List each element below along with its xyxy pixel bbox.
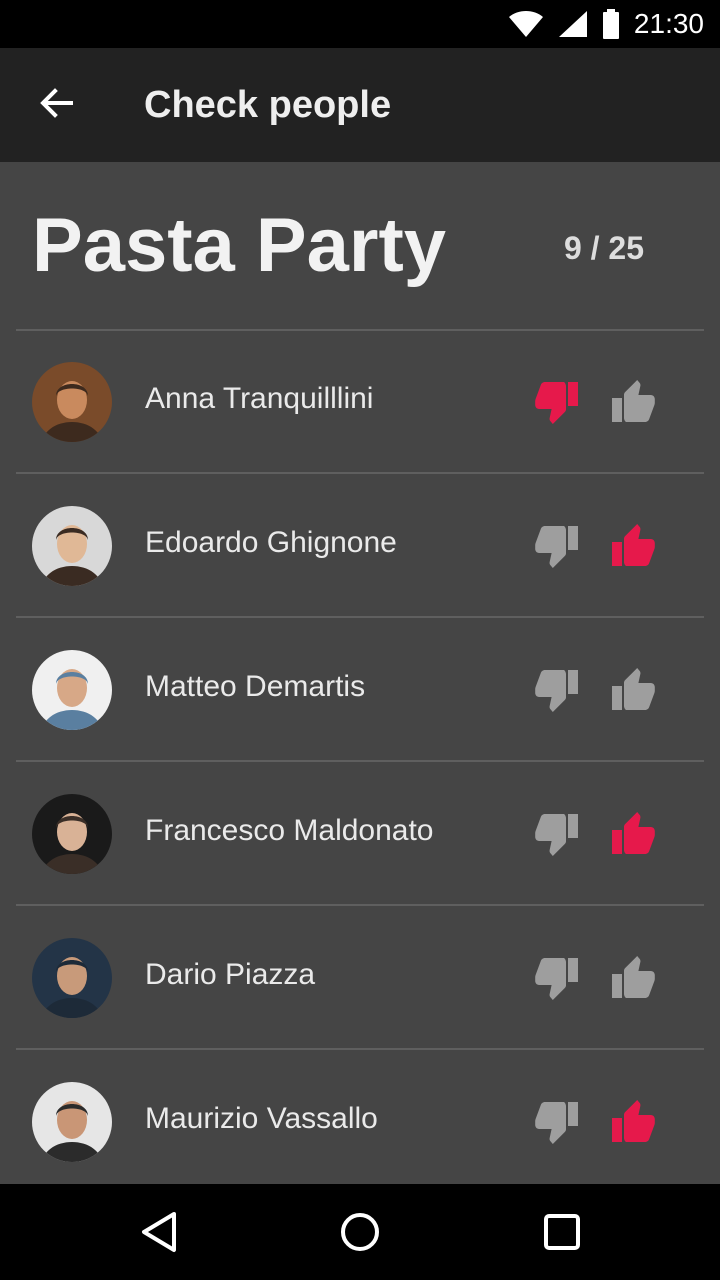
thumbs-down-button[interactable]	[534, 810, 582, 858]
avatar	[32, 938, 112, 1018]
thumbs-up-button[interactable]	[608, 954, 656, 1002]
battery-icon	[602, 9, 620, 39]
thumbs-up-button[interactable]	[608, 378, 656, 426]
thumbs-down-icon	[534, 526, 582, 574]
status-time: 21:30	[633, 8, 704, 39]
list-item: Maurizio Vassallo	[0, 1050, 720, 1194]
thumbs-down-icon	[534, 1102, 582, 1150]
avatar	[32, 794, 112, 874]
person-name: Francesco Maldonato	[145, 814, 434, 847]
avatar	[32, 1082, 112, 1162]
nav-recents-button[interactable]	[538, 1208, 586, 1256]
arrow-back-icon	[39, 86, 73, 125]
thumbs-up-icon	[608, 668, 656, 718]
back-button[interactable]	[0, 48, 112, 162]
thumbs-up-icon	[608, 812, 656, 862]
thumbs-up-button[interactable]	[608, 522, 656, 570]
person-name: Edoardo Ghignone	[145, 526, 397, 559]
thumbs-down-icon	[534, 382, 582, 430]
cell-signal-icon	[558, 10, 588, 38]
thumbs-down-icon	[534, 814, 582, 862]
thumbs-down-icon	[534, 958, 582, 1006]
thumbs-up-icon	[608, 1100, 656, 1150]
thumbs-up-icon	[608, 956, 656, 1006]
event-header: Pasta Party 9 / 25	[0, 162, 720, 330]
thumbs-up-icon	[608, 380, 656, 430]
people-list: Anna Tranquilllini Edoardo Ghignone Matteo…	[0, 330, 720, 1194]
page-title: Check people	[144, 83, 392, 126]
list-item: Anna Tranquilllini	[0, 330, 720, 474]
thumbs-up-button[interactable]	[608, 1098, 656, 1146]
recents-square-icon	[538, 1214, 586, 1260]
wifi-icon	[508, 10, 544, 38]
list-item: Dario Piazza	[0, 906, 720, 1050]
home-circle-icon	[336, 1213, 384, 1260]
navigation-bar	[0, 1184, 720, 1280]
list-item: Matteo Demartis	[0, 618, 720, 762]
person-name: Maurizio Vassallo	[145, 1102, 378, 1135]
person-name: Anna Tranquilllini	[145, 382, 374, 415]
thumbs-down-button[interactable]	[534, 522, 582, 570]
thumbs-up-icon	[608, 524, 656, 574]
nav-back-button[interactable]	[136, 1208, 184, 1256]
avatar	[32, 506, 112, 586]
thumbs-down-icon	[534, 670, 582, 718]
status-bar: 21:30	[0, 0, 720, 48]
back-triangle-icon	[136, 1212, 184, 1260]
attendance-counter: 9 / 25	[563, 230, 644, 266]
avatar	[32, 362, 112, 442]
thumbs-down-button[interactable]	[534, 378, 582, 426]
person-name: Matteo Demartis	[145, 670, 366, 703]
thumbs-down-button[interactable]	[534, 666, 582, 714]
nav-home-button[interactable]	[336, 1208, 384, 1256]
list-item: Edoardo Ghignone	[0, 474, 720, 618]
person-name: Dario Piazza	[145, 958, 316, 991]
avatar	[32, 650, 112, 730]
list-item: Francesco Maldonato	[0, 762, 720, 906]
app-bar: Check people	[0, 48, 720, 162]
thumbs-down-button[interactable]	[534, 1098, 582, 1146]
event-title: Pasta Party	[32, 202, 447, 288]
thumbs-down-button[interactable]	[534, 954, 582, 1002]
thumbs-up-button[interactable]	[608, 810, 656, 858]
thumbs-up-button[interactable]	[608, 666, 656, 714]
